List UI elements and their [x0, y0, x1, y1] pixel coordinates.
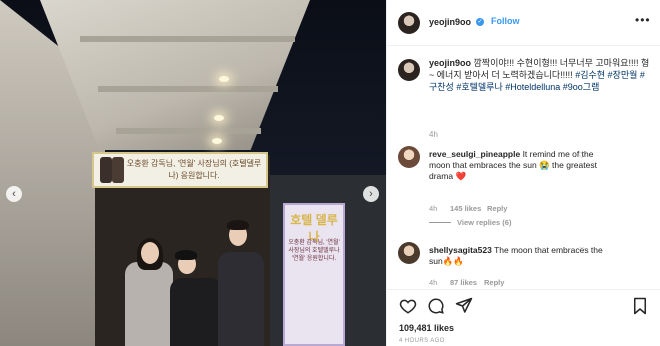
posted-time: 4 HOURS AGO	[399, 338, 445, 344]
comment-icon[interactable]	[427, 297, 445, 315]
view-replies-button[interactable]: View replies (6)	[457, 218, 511, 227]
more-icon[interactable]: •••	[635, 13, 651, 27]
reply-button[interactable]: Reply	[487, 204, 507, 213]
person-woman	[125, 262, 173, 346]
verified-icon: ✓	[476, 18, 484, 26]
caption-username[interactable]: yeojin9oo	[429, 58, 471, 68]
comments-area[interactable]: yeojin9oo 깜짝이야!!! 수현이형!!! 너무너무 고마워요!!!! …	[387, 47, 660, 287]
comment-username[interactable]: reve_seulgi_pineapple	[429, 149, 520, 159]
follow-button[interactable]: Follow	[491, 16, 520, 26]
share-icon[interactable]	[455, 297, 473, 315]
post-side-panel: yeojin9oo ✓ Follow ••• yeojin9oo 깜짝이야!!!…	[386, 0, 660, 346]
header-username[interactable]: yeojin9oo	[429, 17, 471, 27]
comment-username[interactable]: shellysagita523	[429, 245, 492, 255]
standing-sign: 호텔 델루나 오충환 감독님, '연월' 사장님의 호텔델루나 '연월' 응원합…	[283, 203, 345, 346]
caption-time: 4h	[429, 130, 438, 139]
instagram-post-modal: 오충환 감독님, '연월' 사장님의 (호텔델루나) 응원합니다. 호텔 델루나…	[0, 0, 660, 346]
chevron-left-icon[interactable]: ‹	[6, 186, 22, 202]
comment-avatar[interactable]	[398, 146, 420, 168]
comment-time: 4h	[429, 204, 438, 213]
caption-avatar[interactable]	[398, 59, 420, 81]
sign-text: 오충환 감독님, '연월' 사장님의 호텔델루나 '연월' 응원합니다.	[288, 240, 340, 262]
heart-icon[interactable]: ♡	[578, 246, 585, 255]
close-icon[interactable]: ✕	[640, 32, 649, 45]
avatar[interactable]	[398, 12, 420, 34]
heart-icon[interactable]	[399, 297, 417, 315]
post-photo[interactable]: 오충환 감독님, '연월' 사장님의 (호텔델루나) 응원합니다. 호텔 델루나…	[0, 0, 386, 346]
person-man-cap	[170, 278, 222, 346]
comment-likes[interactable]: 87 likes	[450, 278, 477, 287]
comment-avatar[interactable]	[398, 242, 420, 264]
likes-count[interactable]: 109,481 likes	[399, 323, 454, 333]
caption: yeojin9oo 깜짝이야!!! 수현이형!!! 너무너무 고마워요!!!! …	[429, 57, 653, 93]
heart-icon[interactable]: ♡	[578, 151, 585, 160]
post-header: yeojin9oo ✓ Follow •••	[387, 0, 660, 46]
comment-time: 4h	[429, 278, 438, 287]
reply-button[interactable]: Reply	[484, 278, 504, 287]
post-actions: 109,481 likes 4 HOURS AGO	[387, 289, 660, 346]
bookmark-icon[interactable]	[631, 297, 649, 315]
banner-text: 오충환 감독님, '연월' 사장님의 (호텔델루나) 응원합니다.	[126, 159, 262, 180]
person-man-suit	[218, 252, 264, 346]
chevron-right-icon[interactable]: ›	[363, 186, 379, 202]
food-truck-banner: 오충환 감독님, '연월' 사장님의 (호텔델루나) 응원합니다.	[92, 152, 268, 188]
comment-likes[interactable]: 145 likes	[450, 204, 481, 213]
